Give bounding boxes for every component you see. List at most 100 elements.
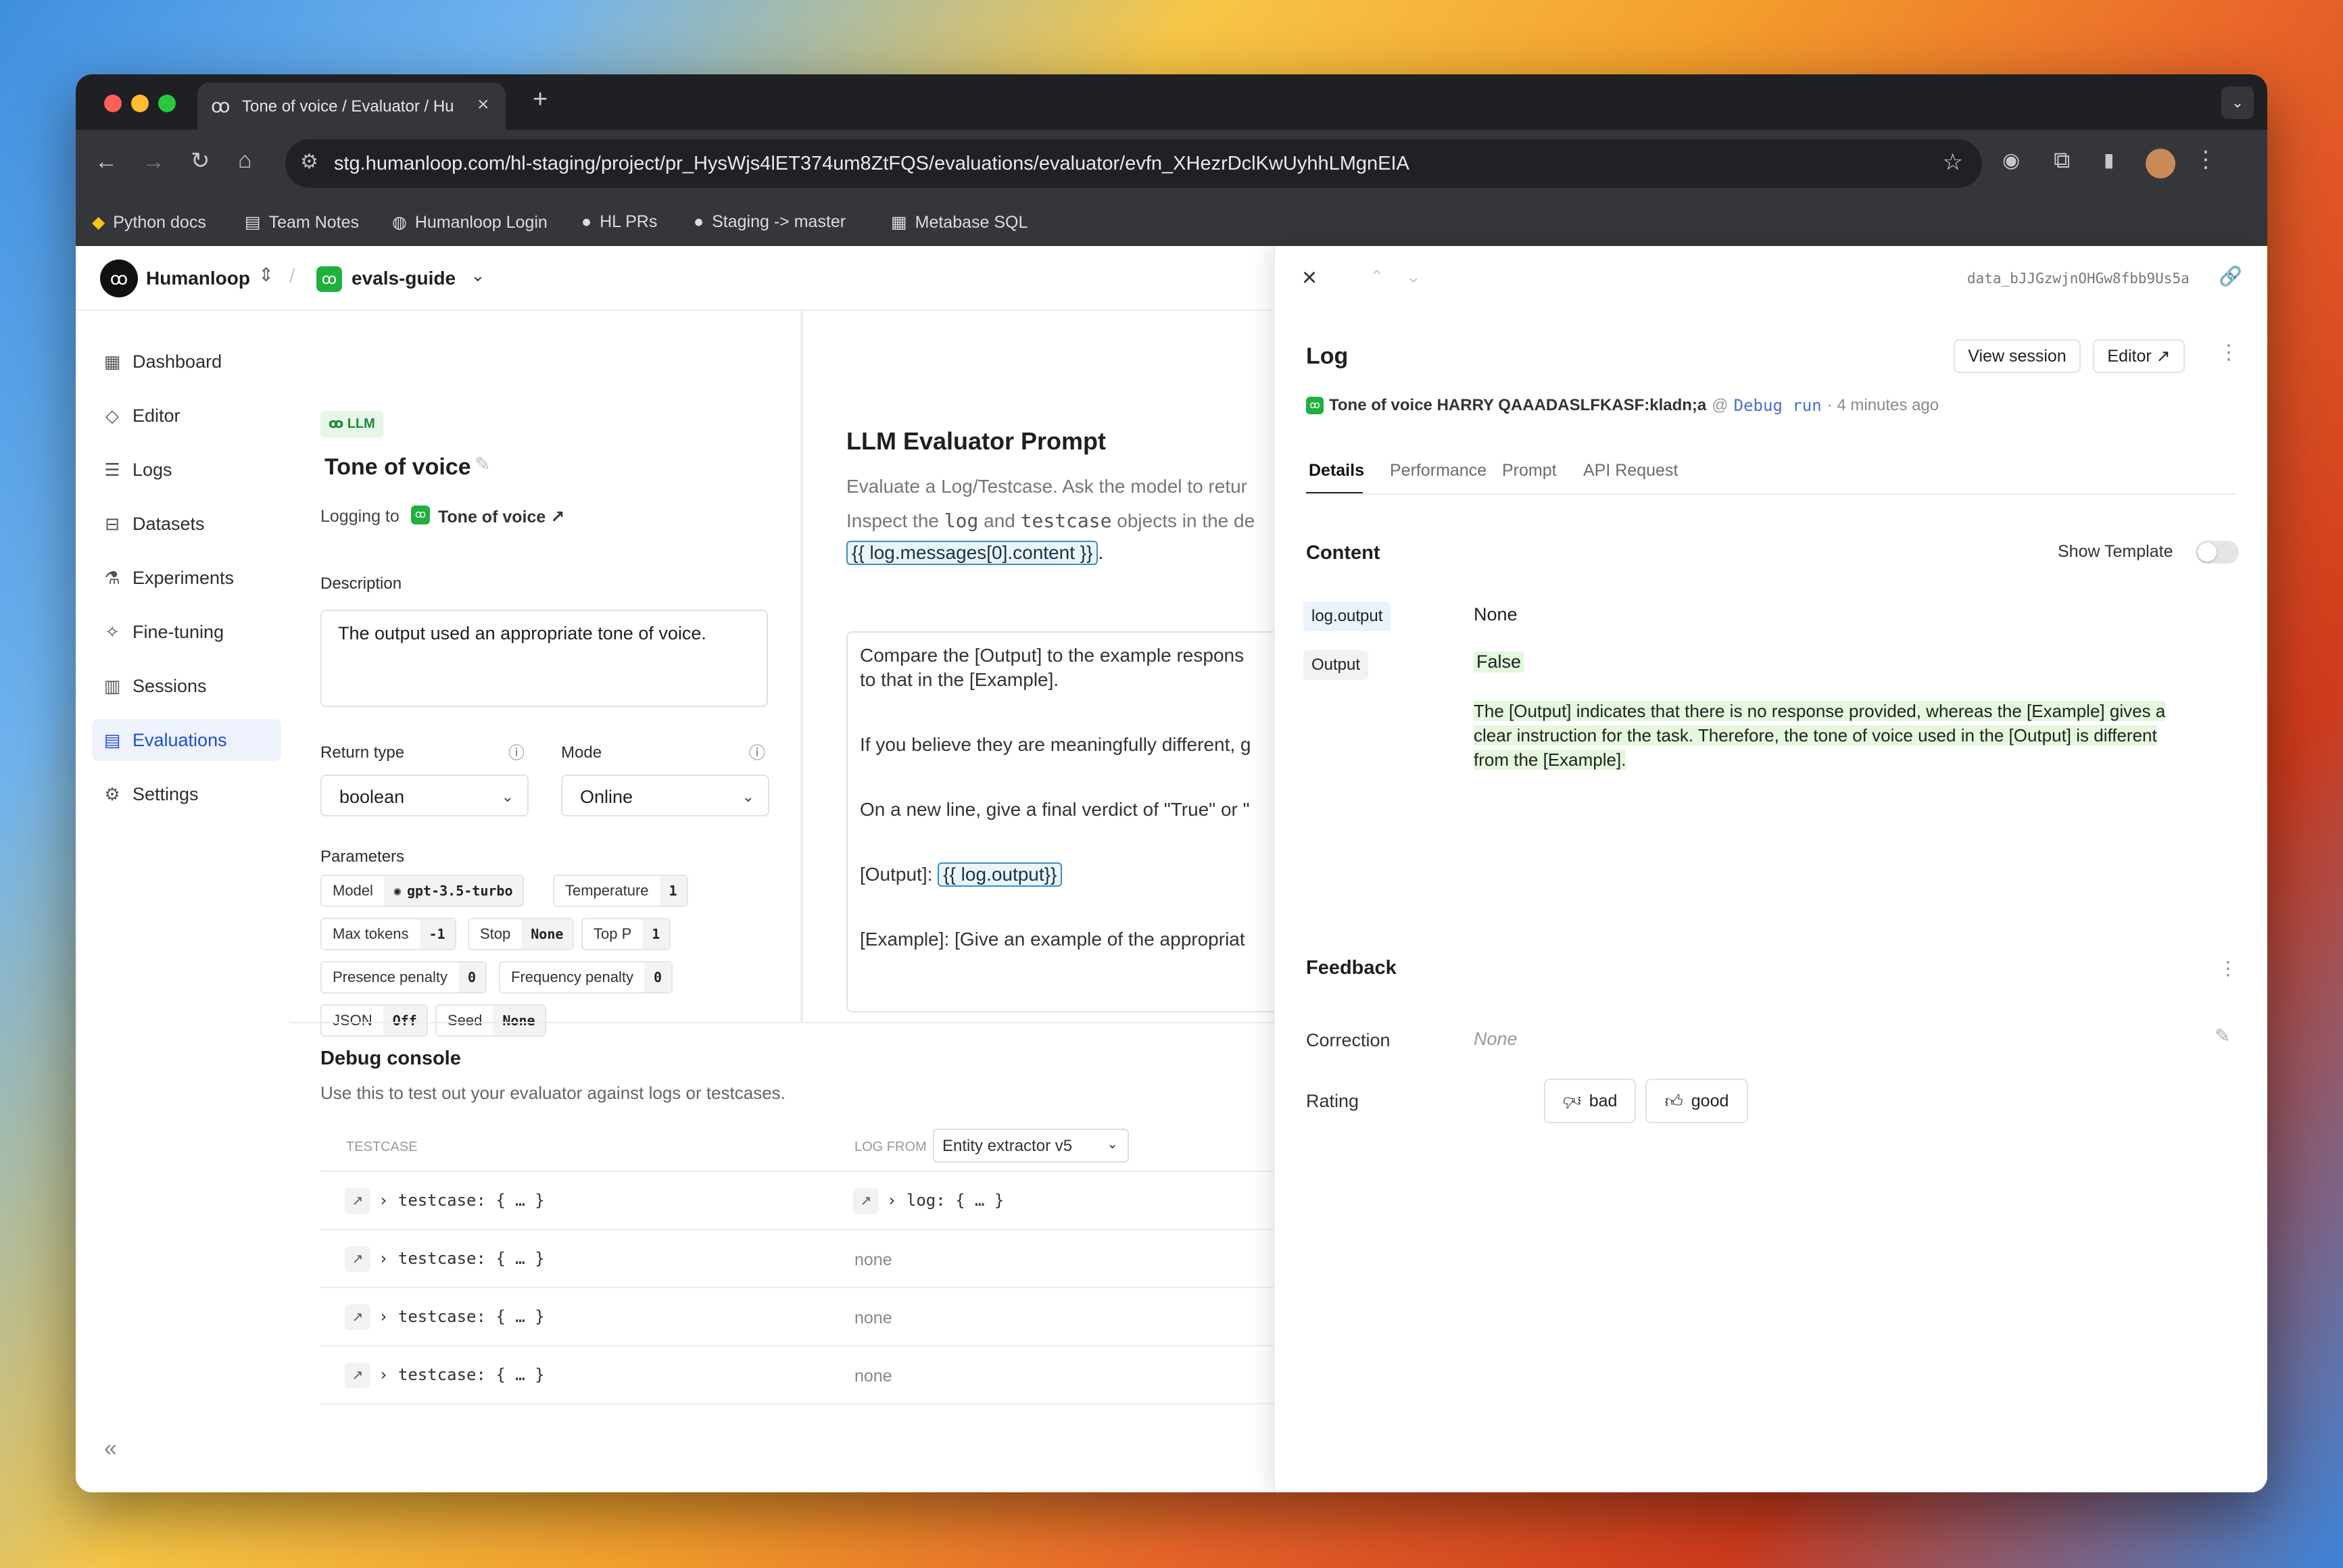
sidebar-item-evaluations[interactable]: ▤ Evaluations bbox=[92, 719, 281, 761]
testcase-cell[interactable]: › testcase: { … } bbox=[379, 1365, 545, 1384]
thumbs-down-icon: 👍︎ bbox=[1562, 1091, 1581, 1112]
chevron-down-icon[interactable]: ⌄ bbox=[470, 265, 485, 286]
org-switcher-icon[interactable]: ⇕ bbox=[258, 264, 274, 286]
sidebar-item-editor[interactable]: ◇ Editor bbox=[92, 395, 281, 437]
new-tab-icon[interactable]: + bbox=[533, 85, 548, 114]
database-icon: ☰ bbox=[104, 459, 120, 480]
forward-icon[interactable]: → bbox=[142, 149, 165, 175]
rating-label: Rating bbox=[1306, 1091, 1359, 1111]
sidepanel-icon[interactable]: ▮ bbox=[2104, 149, 2114, 171]
debug-console-subtitle: Use this to test out your evaluator agai… bbox=[320, 1083, 786, 1103]
edit-pencil-icon[interactable]: ✎ bbox=[2215, 1025, 2230, 1047]
param-seed[interactable]: Seed None bbox=[435, 1004, 546, 1037]
home-icon[interactable]: ⌂ bbox=[238, 147, 252, 174]
tab-search-icon[interactable]: ⌄ bbox=[2221, 87, 2254, 119]
good-rating-button[interactable]: 👍︎ good bbox=[1645, 1079, 1748, 1123]
editor-button[interactable]: Editor ↗ bbox=[2093, 339, 2185, 373]
param-presence-penalty[interactable]: Presence penalty 0 bbox=[320, 961, 487, 994]
tab-api-request[interactable]: API Request bbox=[1583, 461, 1678, 481]
chevron-up-icon[interactable]: ⌃ bbox=[1370, 266, 1384, 287]
collapse-sidebar-icon[interactable]: « bbox=[104, 1436, 117, 1462]
project-icon: ꝏ bbox=[316, 266, 342, 292]
columns-icon: ▥ bbox=[103, 675, 121, 696]
close-tab-icon[interactable]: × bbox=[477, 93, 489, 116]
open-testcase-icon[interactable]: ↗ bbox=[345, 1304, 370, 1330]
tab-title: Tone of voice / Evaluator / Hu bbox=[242, 97, 454, 116]
tab-performance[interactable]: Performance bbox=[1390, 461, 1487, 481]
open-testcase-icon[interactable]: ↗ bbox=[345, 1246, 370, 1272]
back-icon[interactable]: ← bbox=[95, 149, 118, 175]
mode-select[interactable]: Online ⌄ bbox=[561, 775, 769, 816]
return-type-select[interactable]: boolean ⌄ bbox=[320, 775, 529, 816]
param-json[interactable]: JSON Off bbox=[320, 1004, 428, 1037]
bookmark-metabase-sql[interactable]: ▦ Metabase SQL bbox=[891, 212, 1028, 232]
reload-icon[interactable]: ↻ bbox=[191, 147, 210, 174]
table-row[interactable]: ↗ › testcase: { … } none bbox=[320, 1346, 1341, 1404]
table-row[interactable]: ↗ › testcase: { … } ↗ › log: { … } bbox=[320, 1172, 1341, 1230]
puzzle-icon[interactable]: ⧉ bbox=[2054, 147, 2070, 174]
sidebar-item-logs[interactable]: ☰ Logs bbox=[92, 449, 281, 491]
tab-details[interactable]: Details bbox=[1309, 461, 1364, 481]
param-top-p[interactable]: Top P1 bbox=[581, 918, 671, 950]
show-template-toggle[interactable] bbox=[2196, 541, 2239, 564]
testcase-cell[interactable]: › testcase: { … } bbox=[379, 1191, 545, 1210]
prompt-editor[interactable]: Compare the [Output] to the example resp… bbox=[846, 631, 1279, 1012]
address-bar[interactable]: ⚙ stg.humanloop.com/hl-staging/project/p… bbox=[285, 139, 1982, 188]
debug-run-link[interactable]: Debug run bbox=[1734, 396, 1822, 415]
bookmark-hl-prs[interactable]: ● HL PRs bbox=[581, 212, 657, 232]
chevron-down-icon[interactable]: ⌄ bbox=[1406, 266, 1421, 287]
sidebar-item-sessions[interactable]: ▥ Sessions bbox=[92, 665, 281, 707]
sidebar-item-settings[interactable]: ⚙ Settings bbox=[92, 773, 281, 815]
close-window-button[interactable] bbox=[104, 95, 122, 112]
sidebar-item-label: Sessions bbox=[132, 675, 207, 696]
project-name[interactable]: evals-guide bbox=[352, 268, 456, 289]
more-icon[interactable]: ⋮ bbox=[2219, 957, 2238, 979]
table-row[interactable]: ↗ › testcase: { … } none bbox=[320, 1230, 1341, 1288]
description-textarea[interactable]: The output used an appropriate tone of v… bbox=[320, 610, 768, 707]
browser-tab[interactable]: ꝏ Tone of voice / Evaluator / Hu × bbox=[197, 82, 506, 130]
open-testcase-icon[interactable]: ↗ bbox=[345, 1363, 370, 1388]
metabase-icon: ▦ bbox=[891, 213, 907, 232]
open-log-icon[interactable]: ↗ bbox=[853, 1188, 879, 1214]
param-frequency-penalty[interactable]: Frequency penalty 0 bbox=[499, 961, 673, 994]
view-session-button[interactable]: View session bbox=[1954, 339, 2081, 373]
extension-icon[interactable]: ◉ bbox=[2002, 149, 2020, 172]
testcase-cell[interactable]: › testcase: { … } bbox=[379, 1249, 545, 1268]
link-icon[interactable]: 🔗 bbox=[2219, 265, 2242, 287]
open-testcase-icon[interactable]: ↗ bbox=[345, 1188, 370, 1214]
param-temperature[interactable]: Temperature 1 bbox=[553, 875, 688, 907]
sidebar-item-fine-tuning[interactable]: ✧ Fine-tuning bbox=[92, 611, 281, 653]
sidebar-item-experiments[interactable]: ⚗ Experiments bbox=[92, 557, 281, 599]
param-model[interactable]: Model ✺ gpt-3.5-turbo bbox=[320, 875, 524, 907]
bookmark-python-docs[interactable]: ◆ Python docs bbox=[92, 212, 206, 232]
minimize-window-button[interactable] bbox=[131, 95, 149, 112]
bookmark-team-notes[interactable]: ▤ Team Notes bbox=[245, 212, 359, 232]
tab-prompt[interactable]: Prompt bbox=[1502, 461, 1557, 481]
chevron-down-icon: ⌄ bbox=[1107, 1137, 1118, 1152]
bookmark-staging-master[interactable]: ● Staging -> master bbox=[694, 212, 846, 232]
bad-rating-button[interactable]: 👍︎ bad bbox=[1544, 1079, 1636, 1123]
site-settings-icon[interactable]: ⚙ bbox=[300, 150, 318, 174]
log-output-value: None bbox=[1474, 604, 1518, 624]
testcase-cell[interactable]: › testcase: { … } bbox=[379, 1307, 545, 1326]
param-stop[interactable]: Stop None bbox=[468, 918, 575, 950]
table-row[interactable]: ↗ › testcase: { … } none bbox=[320, 1288, 1341, 1346]
close-icon[interactable]: × bbox=[1302, 264, 1317, 293]
column-divider[interactable] bbox=[800, 311, 803, 1023]
profile-avatar[interactable] bbox=[2146, 149, 2175, 178]
logging-target-link[interactable]: Tone of voice ↗ bbox=[438, 507, 564, 527]
bookmark-humanloop-login[interactable]: ◍ Humanloop Login bbox=[392, 212, 548, 232]
maximize-window-button[interactable] bbox=[158, 95, 176, 112]
log-from-select[interactable]: Entity extractor v5 ⌄ bbox=[933, 1129, 1129, 1162]
menu-dots-icon[interactable]: ⋮ bbox=[2194, 146, 2217, 173]
bookmark-star-icon[interactable]: ☆ bbox=[1943, 149, 1963, 176]
info-icon[interactable]: ⓘ bbox=[508, 739, 525, 763]
info-icon[interactable]: ⓘ bbox=[749, 739, 765, 763]
sidebar-item-dashboard[interactable]: ▦ Dashboard bbox=[92, 341, 281, 383]
edit-pencil-icon[interactable]: ✎ bbox=[475, 453, 490, 475]
sidebar-item-label: Datasets bbox=[132, 513, 205, 534]
param-max-tokens[interactable]: Max tokens -1 bbox=[320, 918, 456, 950]
sidebar-item-datasets[interactable]: ⊟ Datasets bbox=[92, 503, 281, 545]
more-icon[interactable]: ⋮ bbox=[2219, 341, 2239, 364]
log-cell[interactable]: › log: { … } bbox=[887, 1191, 1004, 1210]
